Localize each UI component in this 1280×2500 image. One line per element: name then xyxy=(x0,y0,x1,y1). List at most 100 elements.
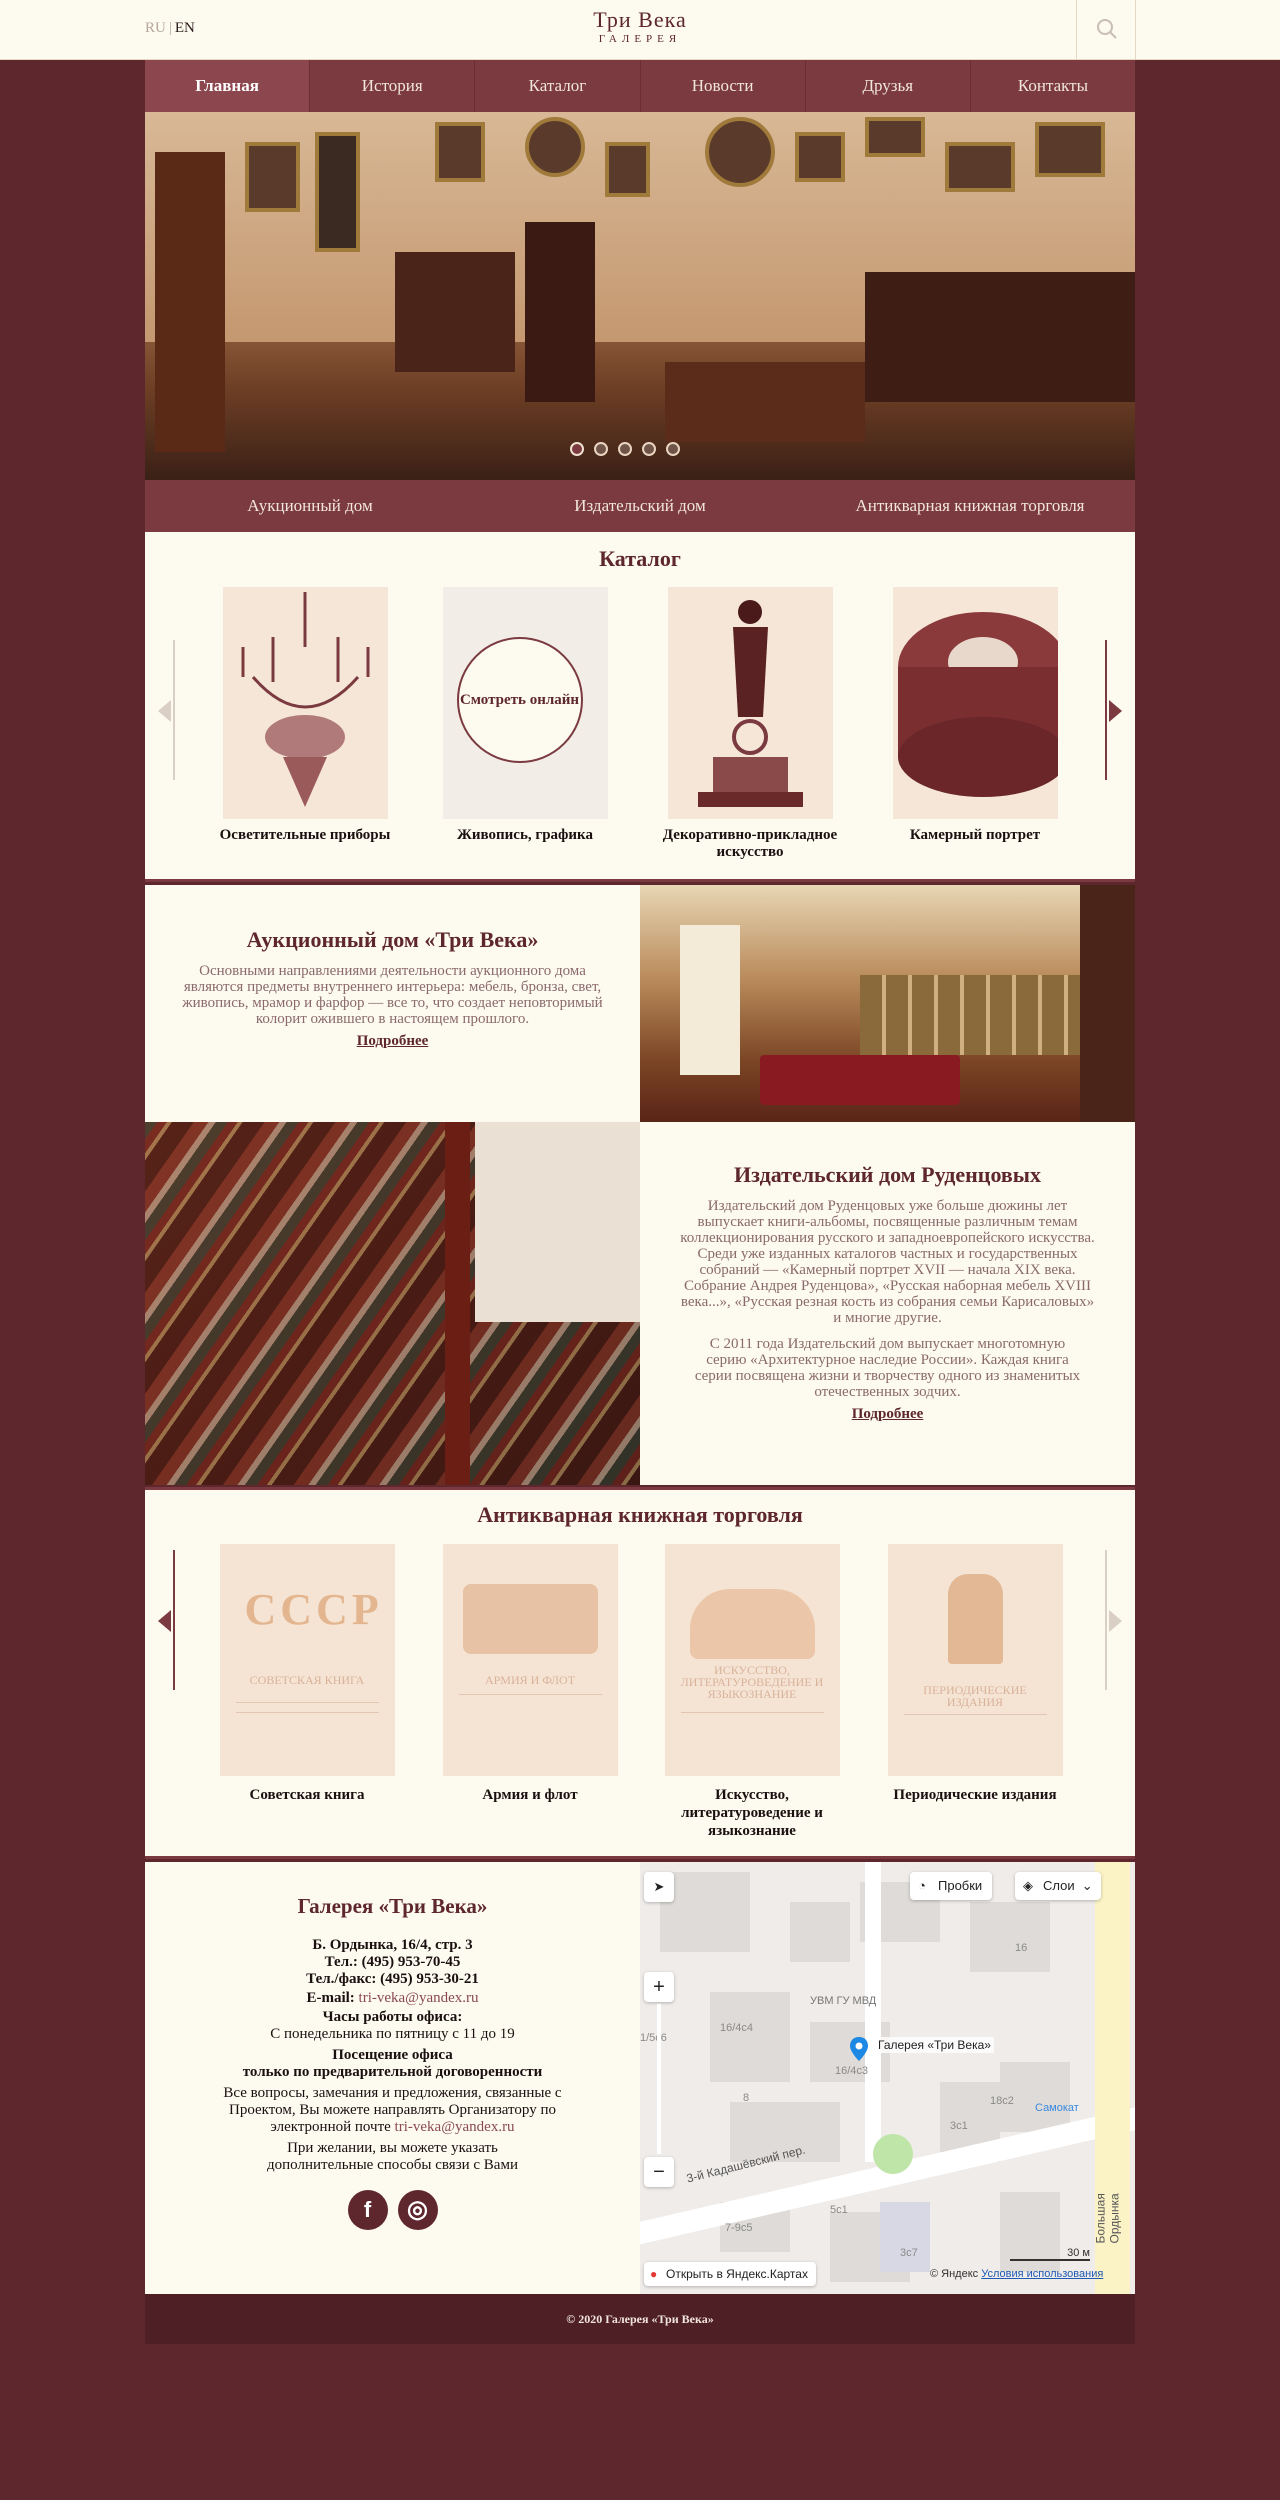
locate-arrow-icon: ➤ xyxy=(653,1879,665,1894)
search-icon xyxy=(1097,19,1117,39)
fax: Тел./факс: (495) 953-30-21 xyxy=(306,1971,479,1987)
nav-item-home[interactable]: Главная xyxy=(145,60,311,112)
hero-painting xyxy=(245,142,300,212)
hero-clock xyxy=(155,152,225,452)
site-logo[interactable]: Три Века ГАЛЕРЕЯ xyxy=(560,8,720,46)
extra-contact-text: При желании, вы можете указать дополните… xyxy=(267,2140,518,2173)
nav-item-news[interactable]: Новости xyxy=(641,60,806,112)
book-category-name: Армия и флот xyxy=(482,1787,578,1803)
zoom-out-button[interactable]: − xyxy=(644,2157,674,2187)
layers-icon: ◈ xyxy=(1023,1878,1033,1893)
subnav-publishing[interactable]: Издательский дом xyxy=(475,480,805,532)
map-pin-red-icon: ● xyxy=(650,2267,658,2281)
catalog-item-portrait[interactable]: Камерный портрет xyxy=(875,587,1075,844)
hero-painting xyxy=(525,117,585,177)
books-prev-arrow[interactable] xyxy=(145,1550,175,1690)
open-in-yandex-maps-link[interactable]: ● Открыть в Яндекс.Картах xyxy=(644,2262,816,2286)
catalog-item-painting[interactable]: Смотреть онлайн Живопись, графика xyxy=(425,587,625,844)
slider-dot[interactable] xyxy=(666,442,680,456)
publishing-more-link[interactable]: Подробнее xyxy=(852,1406,924,1423)
book-category-soviet[interactable]: СССР Советская книга Советская книга xyxy=(207,1544,407,1804)
nav-item-catalog[interactable]: Каталог xyxy=(475,60,641,112)
slider-dot[interactable] xyxy=(570,442,584,456)
social-links: f ◎ xyxy=(145,2190,640,2230)
map-terms-link[interactable]: Условия использования xyxy=(981,2268,1103,2280)
catalog-section: Каталог Осветительные приборы Смотреть о… xyxy=(145,532,1135,882)
book-category-periodicals[interactable]: Периодические издания Периодические изда… xyxy=(875,1544,1075,1804)
catalog-prev-arrow[interactable] xyxy=(145,640,175,780)
map-copyright-text: © Яндекс xyxy=(930,2268,979,2280)
hero-painting xyxy=(435,122,485,182)
army-book-cover: Армия и флот xyxy=(442,1544,618,1776)
zoom-slider[interactable] xyxy=(657,2004,661,2154)
hero-slider[interactable] xyxy=(145,112,1135,480)
auction-more-link[interactable]: Подробнее xyxy=(357,1033,429,1050)
book-category-art[interactable]: Искусство, литературоведение и языкознан… xyxy=(652,1544,852,1840)
catalog-item-lighting[interactable]: Осветительные приборы xyxy=(205,587,405,844)
slider-dot[interactable] xyxy=(642,442,656,456)
slider-dot[interactable] xyxy=(594,442,608,456)
map-label: 16/4с4 xyxy=(720,2022,754,2034)
map-marker-label: Галерея «Три Века» xyxy=(875,2037,994,2053)
nav-item-history[interactable]: История xyxy=(310,60,476,112)
book-category-name: Советская книга xyxy=(249,1787,365,1803)
snuffbox-image xyxy=(892,587,1058,819)
map-pin-icon[interactable] xyxy=(850,2037,868,2061)
map-label: 8 xyxy=(743,2092,750,2104)
periodicals-book-cover: Периодические издания xyxy=(887,1544,1063,1776)
geolocation-button[interactable]: ➤ xyxy=(644,1872,674,1902)
book-category-army[interactable]: Армия и флот Армия и флот xyxy=(430,1544,630,1804)
nav-item-contacts[interactable]: Контакты xyxy=(971,60,1135,112)
auction-title: Аукционный дом «Три Века» xyxy=(246,927,539,952)
chevron-down-icon: ⌄ xyxy=(1081,1878,1093,1893)
hero-display-case xyxy=(865,272,1135,402)
yandex-map[interactable]: 16 16/4с4 16/4с3 8 7-9с5 5с1 3с7 3с1 18с… xyxy=(640,1862,1135,2294)
books-next-arrow[interactable] xyxy=(1105,1550,1135,1690)
hero-mirror xyxy=(315,132,360,252)
catalog-item-decorative[interactable]: Декоративно-прикладное искусство xyxy=(650,587,850,861)
phone: Тел.: (495) 953-70-45 xyxy=(324,1954,461,1970)
address: Б. Ордынка, 16/4, стр. 3 xyxy=(312,1937,473,1953)
clock-image xyxy=(667,587,833,819)
catalog-next-arrow[interactable] xyxy=(1105,640,1135,780)
email-link[interactable]: tri-veka@yandex.ru xyxy=(359,1990,479,2006)
subnav-auction[interactable]: Аукционный дом xyxy=(145,480,475,532)
publishing-text-series: С 2011 года Издательский дом выпускает м… xyxy=(694,1336,1081,1400)
hero-painting xyxy=(945,142,1015,192)
search-button[interactable] xyxy=(1076,0,1136,60)
facebook-icon[interactable]: f xyxy=(347,2190,388,2230)
slider-dot[interactable] xyxy=(618,442,632,456)
auction-text: Основными направлениями деятельности аук… xyxy=(182,963,603,1027)
cover-title: Армия и флот xyxy=(484,1673,576,1687)
open-link-label: Открыть в Яндекс.Картах xyxy=(666,2267,808,2281)
art-book-cover: Искусство, литературоведение и языкознан… xyxy=(664,1544,840,1776)
map-label: 5с1 xyxy=(830,2204,848,2216)
feedback-email-link[interactable]: tri-veka@yandex.ru xyxy=(395,2119,515,2135)
traffic-label: Пробки xyxy=(938,1878,983,1893)
map-park xyxy=(873,2134,913,2174)
book-category-name: Периодические издания xyxy=(893,1787,1057,1803)
zoom-in-button[interactable]: + xyxy=(644,1972,674,2002)
cover-title: Советская книга xyxy=(249,1673,365,1687)
map-poi-samokat[interactable]: Самокат xyxy=(1035,2102,1079,2114)
lang-en-link[interactable]: EN xyxy=(175,20,195,36)
map-poi-police[interactable]: УВМ ГУ МВД xyxy=(810,1995,876,2007)
art-illustration xyxy=(689,1589,815,1659)
cover-title: Искусство, литературоведение и языкознан… xyxy=(680,1663,824,1701)
map-copyright: © Яндекс Условия использования xyxy=(930,2268,1103,2280)
subnav-antique-books[interactable]: Антикварная книжная торговля xyxy=(805,480,1135,532)
traffic-button[interactable]: ◔ Пробки xyxy=(910,1872,993,1900)
nav-item-friends[interactable]: Друзья xyxy=(806,60,971,112)
instagram-icon[interactable]: ◎ xyxy=(397,2190,438,2230)
chandelier-image xyxy=(222,587,388,819)
view-online-button[interactable]: Смотреть онлайн xyxy=(456,637,583,763)
catalog-item-name: Живопись, графика xyxy=(457,827,593,843)
top-bar: RU | EN Три Века ГАЛЕРЕЯ xyxy=(0,0,1280,60)
map-label: 1/5с6 xyxy=(640,2032,667,2044)
book-category-name: Искусство, литературоведение и языкознан… xyxy=(681,1787,823,1839)
lang-ru-link[interactable]: RU xyxy=(145,20,166,36)
arrow-right-icon xyxy=(1109,1610,1122,1632)
layers-button[interactable]: ◈ Слои ⌄ xyxy=(1015,1872,1101,1900)
traffic-light-icon: ◔ xyxy=(918,1878,926,1893)
publishing-title: Издательский дом Руденцовых xyxy=(734,1162,1041,1187)
